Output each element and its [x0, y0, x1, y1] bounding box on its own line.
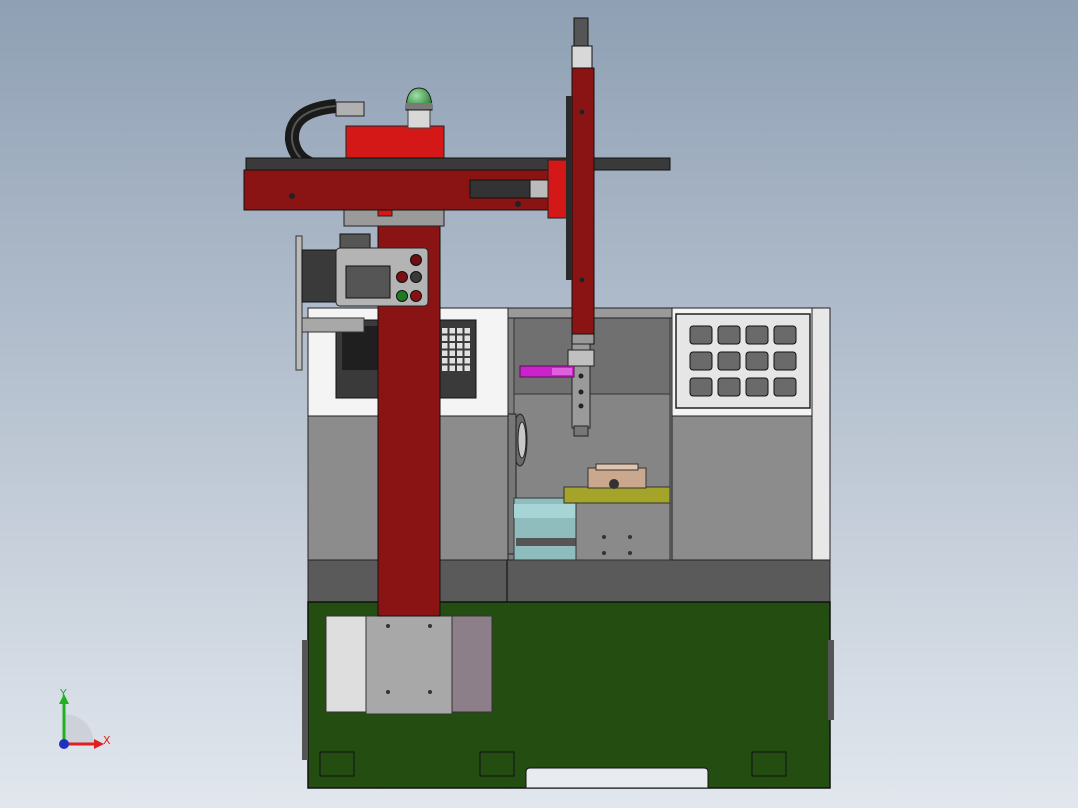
panel-button — [410, 271, 422, 283]
motor-housing — [345, 125, 445, 159]
keypad-key — [464, 350, 470, 356]
window-cell — [689, 325, 713, 345]
axis-y-label: Y — [59, 687, 67, 700]
keypad-key — [457, 335, 463, 341]
panel-button — [396, 290, 408, 302]
window-cell — [717, 325, 741, 345]
keypad-key — [449, 365, 455, 371]
window-cell — [773, 377, 797, 397]
keypad-key — [464, 328, 470, 334]
keypad-key — [449, 350, 455, 356]
z-axis-arm — [571, 67, 595, 337]
machine-side-strip — [811, 307, 831, 561]
cad-drawing: Y X — [0, 0, 1078, 808]
keypad-key — [449, 328, 455, 334]
window-cell — [717, 351, 741, 371]
window-cell — [745, 351, 769, 371]
keypad-key — [449, 343, 455, 349]
window-cell — [745, 325, 769, 345]
gripper — [567, 343, 595, 437]
keypad-key — [442, 335, 448, 341]
keypad-key — [449, 358, 455, 364]
panel-button — [410, 290, 422, 302]
keypad-key — [464, 358, 470, 364]
base-panel-mauve — [451, 615, 493, 713]
signal-beacon — [405, 87, 433, 129]
window-cell — [745, 377, 769, 397]
window-cell — [773, 351, 797, 371]
keypad-key — [457, 365, 463, 371]
panel-button — [396, 271, 408, 283]
keypad-key — [457, 343, 463, 349]
keypad-key — [449, 335, 455, 341]
panel-button — [410, 254, 422, 266]
keypad-key — [464, 335, 470, 341]
operator-display — [345, 265, 391, 299]
keypad-key — [457, 358, 463, 364]
keypad-key — [442, 328, 448, 334]
base-panel-white — [325, 615, 367, 713]
gantry-rail — [245, 157, 671, 171]
cad-viewport[interactable]: Y X — [0, 0, 1078, 808]
keypad-key — [442, 343, 448, 349]
keypad-key — [464, 343, 470, 349]
window-cell — [689, 351, 713, 371]
keypad-key — [457, 328, 463, 334]
axis-x-label: X — [103, 734, 111, 747]
window-cell — [773, 325, 797, 345]
window-cell — [689, 377, 713, 397]
keypad-key — [442, 365, 448, 371]
keypad-key — [442, 358, 448, 364]
keypad-key — [464, 365, 470, 371]
keypad-key — [457, 350, 463, 356]
keypad-key — [442, 350, 448, 356]
window-cell — [717, 377, 741, 397]
base-panel-gray — [365, 615, 453, 715]
machine-lower-housing-right — [669, 415, 813, 561]
